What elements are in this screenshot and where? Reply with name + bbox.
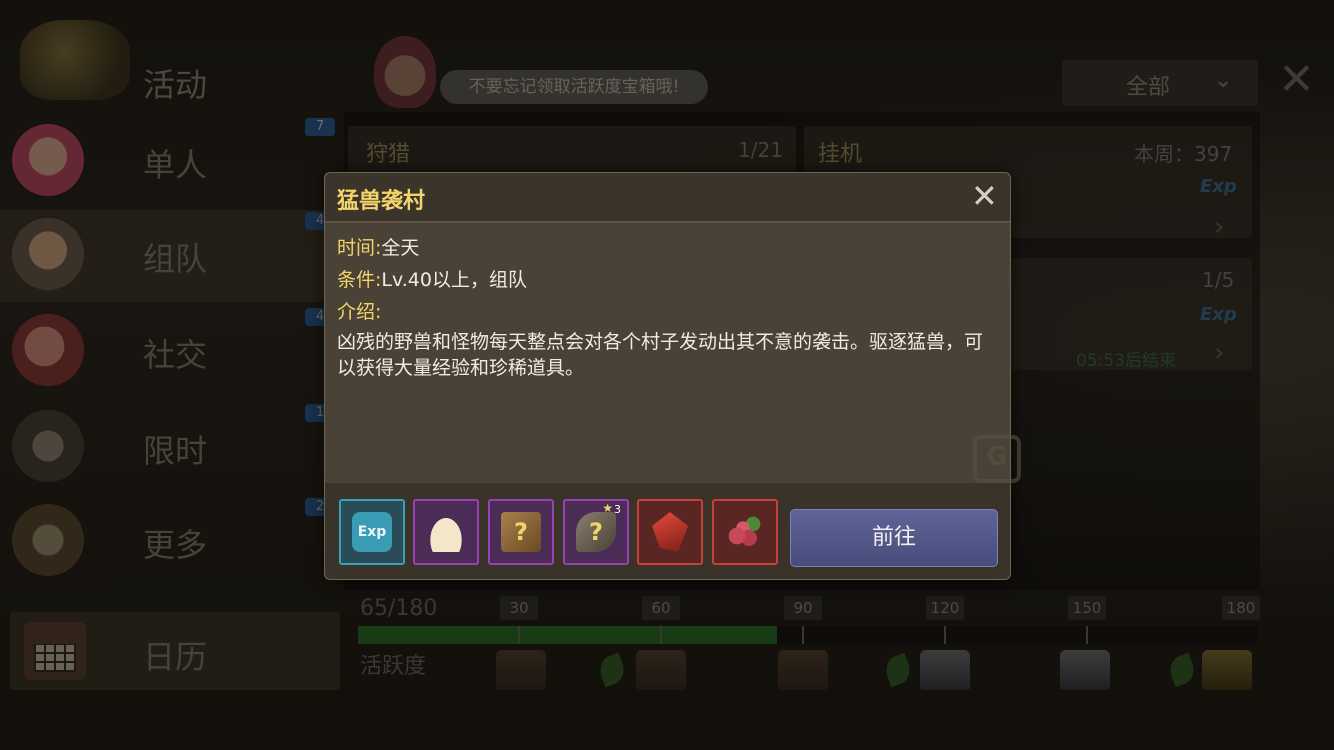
reward-crystal[interactable] [637, 499, 703, 565]
reward-exp[interactable]: Exp [339, 499, 405, 565]
condition-key: 条件: [337, 269, 382, 291]
time-row: 时间:全天 [337, 233, 419, 260]
description-text: 凶残的野兽和怪物每天整点会对各个村子发动出其不意的袭击。驱逐猛兽，可以获得大量经… [337, 331, 984, 379]
dialog-title: 猛兽袭村 [337, 189, 426, 214]
star-count: 3 [614, 503, 621, 516]
red-crystal-icon [652, 512, 688, 552]
reward-mystery-gear[interactable]: ? ★ 3 [563, 499, 629, 565]
time-key: 时间: [337, 237, 382, 259]
reward-map[interactable]: ? [488, 499, 554, 565]
shell-icon [426, 512, 466, 552]
condition-value: Lv.40以上，组队 [381, 269, 527, 291]
mystery-gear-icon: ? [576, 512, 616, 552]
time-value: 全天 [381, 237, 420, 259]
watermark-logo-icon: G [973, 435, 1021, 483]
star-icon: ★ [602, 501, 613, 515]
berries-icon [725, 512, 765, 552]
exp-icon: Exp [352, 512, 392, 552]
reward-shell[interactable] [413, 499, 479, 565]
map-scroll-icon: ? [501, 512, 541, 552]
activity-detail-dialog: 猛兽袭村 ✕ 时间:全天 条件:Lv.40以上，组队 介绍: 凶残的野兽和怪物每… [324, 172, 1021, 580]
dialog-header: 猛兽袭村 ✕ [325, 173, 1010, 223]
reward-berries[interactable] [712, 499, 778, 565]
intro-key: 介绍: [337, 301, 382, 323]
close-icon[interactable]: ✕ [971, 179, 998, 213]
intro-row: 介绍: [337, 297, 381, 324]
condition-row: 条件:Lv.40以上，组队 [337, 265, 527, 292]
go-button[interactable]: 前往 [790, 509, 998, 567]
